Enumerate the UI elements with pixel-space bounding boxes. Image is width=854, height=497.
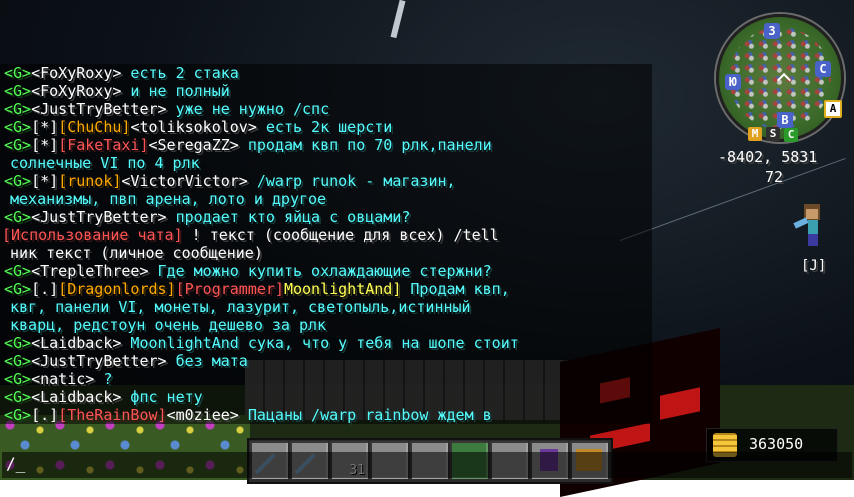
chat-text: Продам квп, bbox=[401, 280, 510, 298]
chat-line: <G><JustTryBetter> без мата bbox=[4, 352, 248, 370]
chat-text: ник текст (личное сообщение) bbox=[10, 244, 263, 262]
chat-group: [Dragonlords] bbox=[58, 280, 176, 298]
chat-tag: <G> bbox=[4, 280, 32, 298]
chat-text: фпс нету bbox=[121, 388, 203, 406]
chat-tag: <G> bbox=[4, 64, 32, 82]
chat-line: [Использование чата] ! текст (сообщение … bbox=[2, 226, 499, 244]
chat-line: <G><TrepleThree> Где можно купить охлажд… bbox=[4, 262, 492, 280]
chat-tag: <G> bbox=[4, 208, 32, 226]
chat-name: <Laidback> bbox=[31, 334, 122, 352]
chat-rank: [.] bbox=[31, 280, 59, 298]
chat-name: <SeregaZZ> bbox=[148, 136, 239, 154]
chat-line: <G><natic> ? bbox=[4, 370, 112, 388]
chat-tag: <G> bbox=[4, 262, 32, 280]
chat-panel: <G><FoXyRoxy> есть 2 стака <G><FoXyRoxy>… bbox=[0, 64, 652, 424]
minimap-height: 72 bbox=[765, 168, 784, 186]
chat-tag: <G> bbox=[4, 388, 32, 406]
chat-tag: <G> bbox=[4, 352, 32, 370]
chat-text: механизмы, пвп арена, лото и другое bbox=[10, 190, 327, 208]
chat-rank: [*] bbox=[31, 136, 59, 154]
chat-name: <m0ziee> bbox=[166, 406, 239, 424]
chat-input[interactable]: /_ bbox=[2, 452, 852, 478]
waypoint-m: M bbox=[748, 127, 762, 141]
chat-tag: <G> bbox=[4, 118, 32, 136]
chat-name: <TrepleThree> bbox=[31, 262, 149, 280]
chat-line: <G>[*][ChuChu]<toliksokolov> есть 2к шер… bbox=[4, 118, 392, 136]
chat-name: <JustTryBetter> bbox=[31, 352, 167, 370]
chat-line: <G><JustTryBetter> уже не нужно /спс bbox=[4, 100, 329, 118]
compass-east: С bbox=[815, 61, 831, 77]
chat-group: [runok] bbox=[58, 172, 122, 190]
waypoint-s: S bbox=[766, 127, 780, 141]
chat-rank: [*] bbox=[31, 172, 59, 190]
chat-line: <G><FoXyRoxy> есть 2 стака bbox=[4, 64, 239, 82]
chat-text: есть 2к шерсти bbox=[256, 118, 393, 136]
compass-north: З bbox=[764, 23, 780, 39]
chat-line: солнечные VI по 4 рлк bbox=[10, 154, 200, 172]
chat-text: ? bbox=[94, 370, 113, 388]
chat-tag: <G> bbox=[4, 100, 32, 118]
minimap: З Ю С В bbox=[716, 14, 844, 142]
chat-tag: <G> bbox=[4, 136, 32, 154]
chat-name: <toliksokolov> bbox=[130, 118, 257, 136]
waypoint-c: C bbox=[784, 128, 798, 142]
chat-text: Пацаны /warp rainbow ждем в bbox=[238, 406, 492, 424]
chat-text: ! текст (сообщение для всех) /tell bbox=[182, 226, 499, 244]
chat-line: <G><JustTryBetter> продает кто яйца с ов… bbox=[4, 208, 410, 226]
chat-name: MoonlightAnd] bbox=[283, 280, 402, 298]
chat-line: ник текст (личное сообщение) bbox=[10, 244, 263, 262]
chat-name: <JustTryBetter> bbox=[31, 100, 167, 118]
chat-line: механизмы, пвп арена, лото и другое bbox=[10, 190, 326, 208]
chat-line: <G>[.][Dragonlords][Programmer]Moonlight… bbox=[4, 280, 510, 298]
chat-text: продает кто яйца с овцами? bbox=[166, 208, 411, 226]
chat-text: MoonlightAnd сука, что у тебя на шопе ст… bbox=[121, 334, 519, 352]
chat-group: [ChuChu] bbox=[58, 118, 131, 136]
chat-role: [Programmer] bbox=[175, 280, 284, 298]
money-value: 363050 bbox=[749, 435, 804, 453]
chat-text: без мата bbox=[166, 352, 248, 370]
chat-line: <G>[*][FakeTaxi]<SeregaZZ> продам квп по… bbox=[4, 136, 492, 154]
chat-tag: <G> bbox=[4, 334, 32, 352]
chat-rank: [*] bbox=[31, 118, 59, 136]
avatar-hotkey-label: [J] bbox=[801, 258, 827, 274]
chat-line: <G><Laidback> MoonlightAnd сука, что у т… bbox=[4, 334, 519, 352]
chat-name: <VictorVictor> bbox=[121, 172, 248, 190]
chat-group: [TheRainBow] bbox=[58, 406, 167, 424]
chat-tag: <G> bbox=[4, 370, 32, 388]
chat-rank: [.] bbox=[31, 406, 59, 424]
chat-name: <FoXyRoxy> bbox=[31, 82, 122, 100]
chat-text: Где можно купить охлаждающие стержни? bbox=[148, 262, 492, 280]
chat-text: солнечные VI по 4 рлк bbox=[10, 154, 200, 172]
chat-tag: <G> bbox=[4, 406, 32, 424]
chat-text: /warp runok - магазин, bbox=[247, 172, 456, 190]
chat-line: <G>[.][TheRainBow]<m0ziee> Пацаны /warp … bbox=[4, 406, 492, 424]
chat-line: кварц, редстоун очень дешево за рлк bbox=[10, 316, 326, 334]
chat-text: и не полный bbox=[121, 82, 230, 100]
chat-system: [Использование чата] bbox=[2, 226, 183, 244]
chat-name: <JustTryBetter> bbox=[31, 208, 167, 226]
chat-line: квг, панели VI, монеты, лазурит, светопы… bbox=[10, 298, 471, 316]
player-avatar[interactable] bbox=[788, 200, 832, 250]
chat-text: кварц, редстоун очень дешево за рлк bbox=[10, 316, 327, 334]
chat-text: есть 2 стака bbox=[121, 64, 239, 82]
chat-group: [FakeTaxi] bbox=[58, 136, 149, 154]
waypoint-a: A bbox=[824, 100, 842, 118]
chat-line: <G><FoXyRoxy> и не полный bbox=[4, 82, 230, 100]
chat-name: <FoXyRoxy> bbox=[31, 64, 122, 82]
chat-name: <Laidback> bbox=[31, 388, 122, 406]
compass-west: Ю bbox=[725, 74, 741, 90]
chat-text: уже не нужно /спс bbox=[166, 100, 330, 118]
chat-text: квг, панели VI, монеты, лазурит, светопы… bbox=[10, 298, 471, 316]
chat-input-text: /_ bbox=[6, 454, 26, 473]
chat-tag: <G> bbox=[4, 172, 32, 190]
chat-line: <G><Laidback> фпс нету bbox=[4, 388, 203, 406]
chat-text: продам квп по 70 рлк,панели bbox=[238, 136, 492, 154]
chat-tag: <G> bbox=[4, 82, 32, 100]
chat-name: <natic> bbox=[31, 370, 95, 388]
minimap-coordinates: -8402, 5831 bbox=[718, 148, 818, 166]
compass-south: В bbox=[777, 112, 793, 128]
light-beam bbox=[390, 0, 406, 39]
chat-line: <G>[*][runok]<VictorVictor> /warp runok … bbox=[4, 172, 456, 190]
